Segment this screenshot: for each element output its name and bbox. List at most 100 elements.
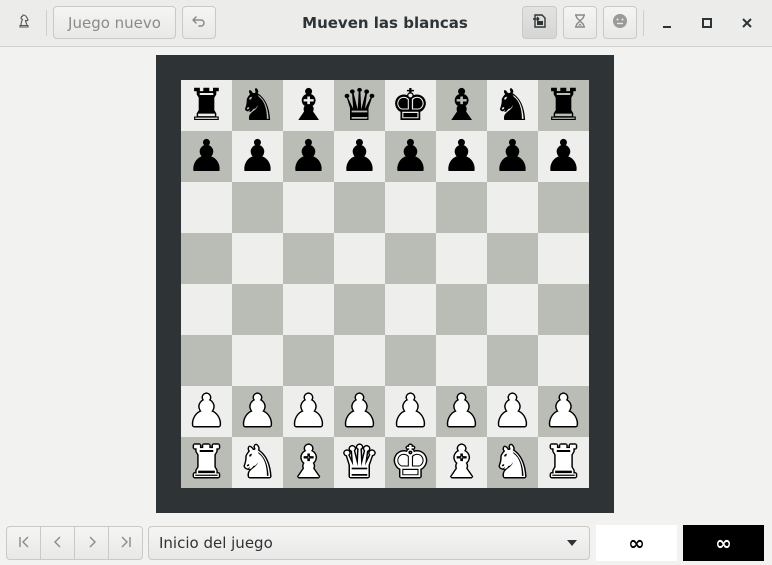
move-history-select[interactable]: Inicio del juego — [148, 526, 590, 560]
white-piece-b2[interactable]: ♟ — [238, 389, 277, 434]
square-e2[interactable]: ♟ — [385, 386, 436, 437]
white-piece-d1[interactable]: ♛ — [340, 440, 379, 485]
white-piece-c2[interactable]: ♟ — [289, 389, 328, 434]
square-b8[interactable]: ♞ — [232, 80, 283, 131]
square-d1[interactable]: ♛ — [334, 437, 385, 488]
square-c8[interactable]: ♝ — [283, 80, 334, 131]
square-a5[interactable] — [181, 233, 232, 284]
white-piece-c1[interactable]: ♝ — [289, 440, 328, 485]
square-b3[interactable] — [232, 335, 283, 386]
square-g1[interactable]: ♞ — [487, 437, 538, 488]
black-piece-c8[interactable]: ♝ — [289, 83, 328, 128]
white-piece-d2[interactable]: ♟ — [340, 389, 379, 434]
square-e1[interactable]: ♚ — [385, 437, 436, 488]
square-h4[interactable] — [538, 284, 589, 335]
square-d3[interactable] — [334, 335, 385, 386]
square-c4[interactable] — [283, 284, 334, 335]
black-piece-e8[interactable]: ♚ — [391, 83, 430, 128]
square-e4[interactable] — [385, 284, 436, 335]
square-e3[interactable] — [385, 335, 436, 386]
square-h5[interactable] — [538, 233, 589, 284]
square-d8[interactable]: ♛ — [334, 80, 385, 131]
square-d7[interactable]: ♟ — [334, 131, 385, 182]
square-f7[interactable]: ♟ — [436, 131, 487, 182]
square-g8[interactable]: ♞ — [487, 80, 538, 131]
square-g3[interactable] — [487, 335, 538, 386]
square-a1[interactable]: ♜ — [181, 437, 232, 488]
maximize-button[interactable] — [692, 8, 722, 38]
square-c6[interactable] — [283, 182, 334, 233]
square-g4[interactable] — [487, 284, 538, 335]
square-g6[interactable] — [487, 182, 538, 233]
black-piece-f8[interactable]: ♝ — [442, 83, 481, 128]
square-a6[interactable] — [181, 182, 232, 233]
square-f5[interactable] — [436, 233, 487, 284]
square-b2[interactable]: ♟ — [232, 386, 283, 437]
undo-button[interactable] — [182, 6, 216, 39]
square-h8[interactable]: ♜ — [538, 80, 589, 131]
square-h3[interactable] — [538, 335, 589, 386]
square-b6[interactable] — [232, 182, 283, 233]
square-b1[interactable]: ♞ — [232, 437, 283, 488]
square-f4[interactable] — [436, 284, 487, 335]
white-piece-f1[interactable]: ♝ — [442, 440, 481, 485]
square-g5[interactable] — [487, 233, 538, 284]
white-piece-e1[interactable]: ♚ — [391, 440, 430, 485]
white-piece-e2[interactable]: ♟ — [391, 389, 430, 434]
previous-move-button[interactable] — [41, 527, 75, 559]
close-button[interactable] — [732, 8, 762, 38]
white-piece-h2[interactable]: ♟ — [544, 389, 583, 434]
square-f6[interactable] — [436, 182, 487, 233]
square-f2[interactable]: ♟ — [436, 386, 487, 437]
black-piece-e7[interactable]: ♟ — [391, 134, 430, 179]
square-c1[interactable]: ♝ — [283, 437, 334, 488]
square-b5[interactable] — [232, 233, 283, 284]
square-a7[interactable]: ♟ — [181, 131, 232, 182]
square-a3[interactable] — [181, 335, 232, 386]
square-f3[interactable] — [436, 335, 487, 386]
square-b4[interactable] — [232, 284, 283, 335]
black-piece-d8[interactable]: ♛ — [340, 83, 379, 128]
square-e5[interactable] — [385, 233, 436, 284]
square-g2[interactable]: ♟ — [487, 386, 538, 437]
black-piece-a8[interactable]: ♜ — [187, 83, 226, 128]
square-a2[interactable]: ♟ — [181, 386, 232, 437]
square-h1[interactable]: ♜ — [538, 437, 589, 488]
square-e6[interactable] — [385, 182, 436, 233]
last-move-button[interactable] — [109, 527, 142, 559]
save-button[interactable] — [522, 6, 557, 39]
square-f1[interactable]: ♝ — [436, 437, 487, 488]
square-b7[interactable]: ♟ — [232, 131, 283, 182]
white-piece-f2[interactable]: ♟ — [442, 389, 481, 434]
square-e8[interactable]: ♚ — [385, 80, 436, 131]
square-g7[interactable]: ♟ — [487, 131, 538, 182]
black-piece-a7[interactable]: ♟ — [187, 134, 226, 179]
square-e7[interactable]: ♟ — [385, 131, 436, 182]
new-game-button[interactable]: Juego nuevo — [53, 6, 176, 39]
square-h2[interactable]: ♟ — [538, 386, 589, 437]
square-c7[interactable]: ♟ — [283, 131, 334, 182]
square-c5[interactable] — [283, 233, 334, 284]
black-piece-d7[interactable]: ♟ — [340, 134, 379, 179]
minimize-button[interactable] — [652, 8, 682, 38]
square-h6[interactable] — [538, 182, 589, 233]
black-piece-h7[interactable]: ♟ — [544, 134, 583, 179]
white-piece-g1[interactable]: ♞ — [493, 440, 532, 485]
first-move-button[interactable] — [7, 527, 41, 559]
square-c2[interactable]: ♟ — [283, 386, 334, 437]
square-h7[interactable]: ♟ — [538, 131, 589, 182]
white-piece-a1[interactable]: ♜ — [187, 440, 226, 485]
black-piece-g7[interactable]: ♟ — [493, 134, 532, 179]
white-piece-a2[interactable]: ♟ — [187, 389, 226, 434]
square-d4[interactable] — [334, 284, 385, 335]
black-piece-h8[interactable]: ♜ — [544, 83, 583, 128]
black-piece-f7[interactable]: ♟ — [442, 134, 481, 179]
black-piece-b8[interactable]: ♞ — [238, 83, 277, 128]
square-d6[interactable] — [334, 182, 385, 233]
black-piece-c7[interactable]: ♟ — [289, 134, 328, 179]
square-c3[interactable] — [283, 335, 334, 386]
square-d2[interactable]: ♟ — [334, 386, 385, 437]
square-d5[interactable] — [334, 233, 385, 284]
square-a8[interactable]: ♜ — [181, 80, 232, 131]
claim-draw-button[interactable] — [563, 6, 597, 39]
